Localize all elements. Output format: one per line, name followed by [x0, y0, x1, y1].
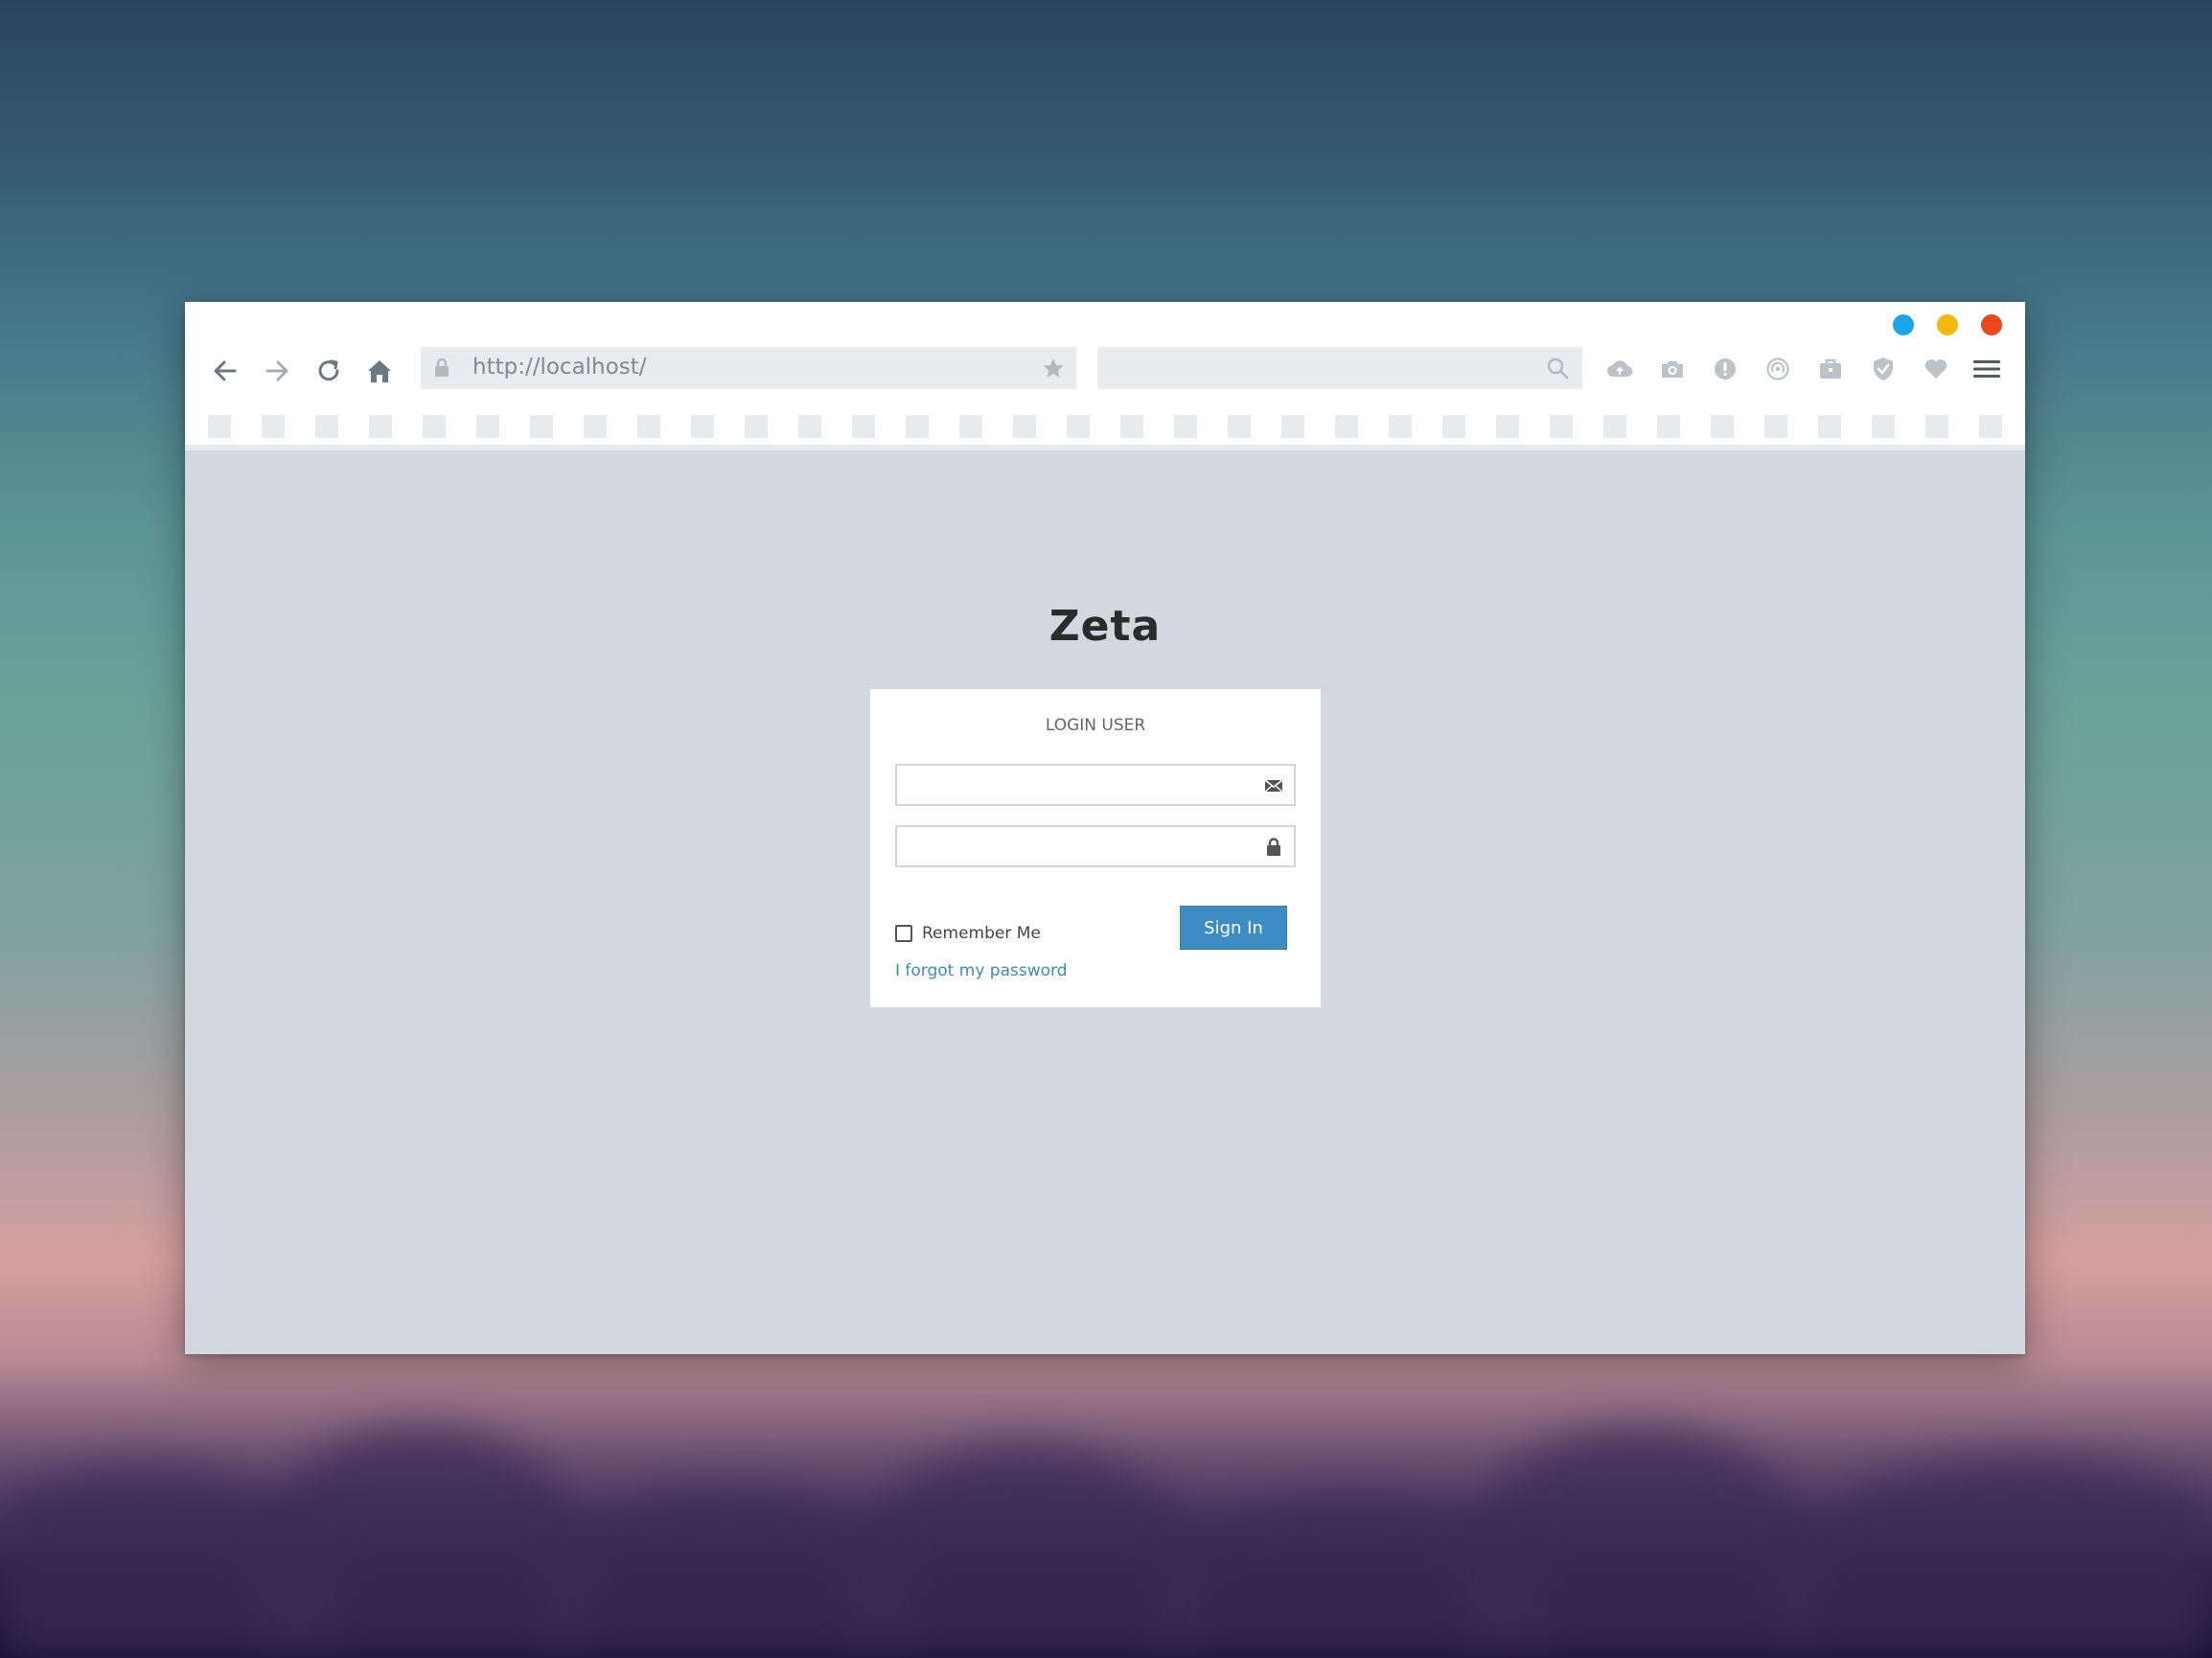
background-trees [0, 1342, 2212, 1658]
tab-placeholder [1281, 415, 1304, 438]
shield-icon [1874, 357, 1893, 380]
search-bar[interactable] [1097, 347, 1582, 389]
email-field[interactable] [895, 764, 1296, 806]
login-box: LOGIN USER Remember Me Sign In I forgot … [870, 689, 1321, 1007]
tab-placeholder [1818, 415, 1841, 438]
home-button[interactable] [360, 352, 399, 390]
sign-in-button[interactable]: Sign In [1180, 906, 1287, 950]
cloud-upload-icon [1607, 360, 1633, 377]
briefcase-icon [1820, 358, 1841, 379]
window-control-blue[interactable] [1893, 314, 1914, 335]
remember-me-label: Remember Me [922, 924, 1041, 943]
tab-placeholder [1657, 415, 1680, 438]
menu-icon [1973, 360, 2000, 378]
envelope-icon [1263, 775, 1284, 796]
forward-button[interactable] [258, 352, 296, 390]
tab-placeholder [959, 415, 982, 438]
tab-placeholder [369, 415, 392, 438]
tab-placeholder [1389, 415, 1412, 438]
window-control-yellow[interactable] [1937, 314, 1958, 335]
tab-placeholder [691, 415, 714, 438]
alert-icon [1715, 358, 1736, 380]
tab-placeholder [423, 415, 446, 438]
reload-icon [318, 359, 339, 381]
tab-placeholder [1174, 415, 1197, 438]
url-text[interactable]: http://localhost/ [472, 355, 646, 380]
tab-placeholder [315, 415, 338, 438]
browser-chrome: http://localhost/ [185, 302, 2025, 450]
tab-placeholder [1442, 415, 1465, 438]
bookmark-star-icon[interactable] [1042, 357, 1065, 379]
tab-placeholder [1872, 415, 1895, 438]
tab-placeholder [745, 415, 768, 438]
menu-button[interactable] [1968, 350, 2006, 388]
tab-placeholder [1013, 415, 1036, 438]
tab-placeholder [1496, 415, 1519, 438]
shield-button[interactable] [1864, 350, 1902, 388]
tab-placeholder [584, 415, 607, 438]
tab-placeholder [798, 415, 821, 438]
camera-icon [1662, 361, 1683, 378]
tab-placeholder [208, 415, 231, 438]
alert-button[interactable] [1706, 350, 1744, 388]
email-input[interactable] [907, 766, 1256, 804]
remember-me[interactable]: Remember Me [895, 924, 1041, 943]
heart-icon [1924, 359, 1947, 379]
tab-placeholder [1979, 415, 2002, 438]
tab-placeholder [852, 415, 875, 438]
wifi-icon [1766, 357, 1789, 380]
lock-icon [435, 357, 449, 377]
forgot-password-link[interactable]: I forgot my password [895, 961, 1068, 980]
tab-placeholder [1067, 415, 1090, 438]
tab-placeholder [1335, 415, 1358, 438]
tab-placeholder [637, 415, 660, 438]
forward-arrow-icon [265, 360, 288, 381]
broadcast-button[interactable] [1759, 350, 1797, 388]
upload-button[interactable] [1601, 350, 1639, 388]
remember-me-checkbox[interactable] [895, 925, 912, 942]
back-arrow-icon [214, 360, 237, 381]
tab-placeholder [530, 415, 553, 438]
url-bar[interactable]: http://localhost/ [421, 347, 1076, 389]
password-input[interactable] [907, 827, 1256, 865]
tab-placeholder [1228, 415, 1251, 438]
tab-placeholder [1120, 415, 1143, 438]
favorite-button[interactable] [1917, 350, 1955, 388]
reload-button[interactable] [310, 352, 348, 390]
back-button[interactable] [206, 352, 244, 390]
tab-placeholder [1925, 415, 1948, 438]
tab-placeholder [1603, 415, 1626, 438]
home-icon [368, 360, 391, 382]
briefcase-button[interactable] [1811, 350, 1850, 388]
tab-placeholder [1711, 415, 1734, 438]
tab-placeholder [1764, 415, 1787, 438]
screenshot-button[interactable] [1653, 350, 1692, 388]
tab-placeholder [1550, 415, 1573, 438]
password-field[interactable] [895, 825, 1296, 867]
tab-placeholder [476, 415, 499, 438]
window-controls [1893, 314, 2002, 335]
tab-placeholder [262, 415, 285, 438]
login-heading: LOGIN USER [1045, 716, 1146, 735]
tab-strip [185, 405, 2025, 450]
browser-window: http://localhost/ Zeta LOGIN USER Rememb… [185, 302, 2025, 1354]
window-control-red[interactable] [1981, 314, 2002, 335]
lock-icon [1263, 837, 1284, 858]
page-title: Zeta [1048, 602, 1162, 651]
tab-placeholder [906, 415, 929, 438]
search-icon[interactable] [1546, 357, 1569, 380]
